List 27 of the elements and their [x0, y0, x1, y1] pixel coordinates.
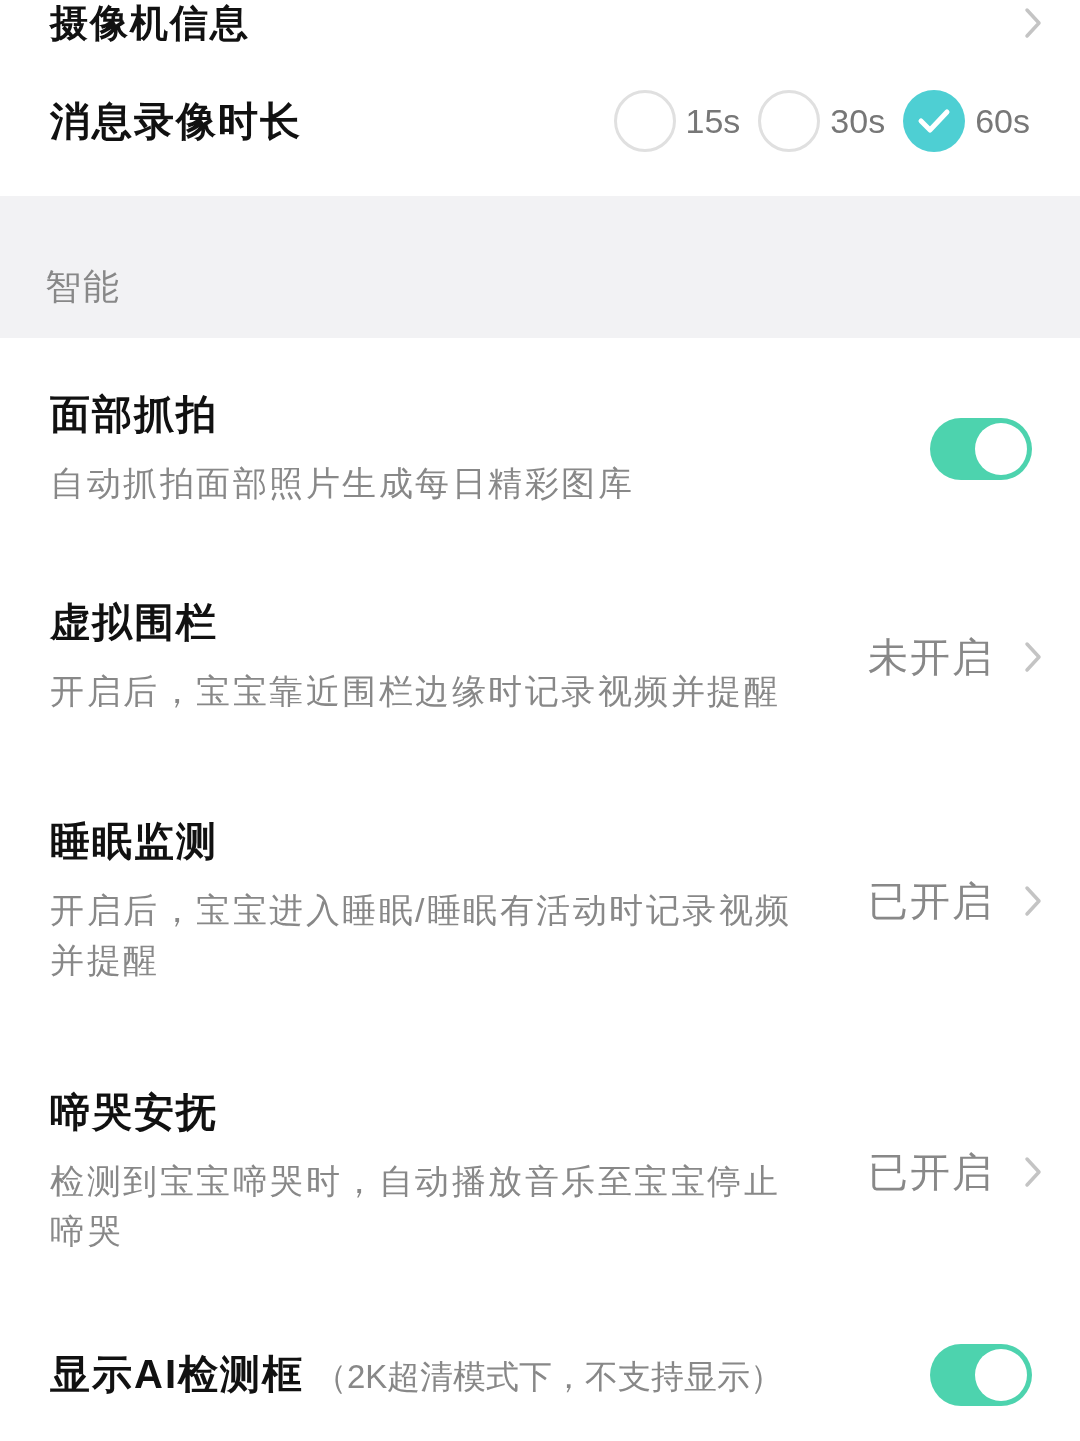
radio-label: 15s	[685, 100, 741, 142]
chevron-icon	[1024, 885, 1042, 917]
chevron-icon	[1024, 7, 1042, 39]
radio-label: 30s	[830, 100, 886, 142]
radio-option[interactable]: 30s	[758, 90, 886, 152]
radio-label: 60s	[975, 100, 1030, 142]
chevron-icon	[1024, 1156, 1042, 1188]
setting-description: 自动抓拍面部照片生成每日精彩图库	[50, 463, 635, 504]
setting-description: 开启后，宝宝靠近围栏边缘时记录视频并提醒	[50, 671, 781, 712]
chevron-icon	[1024, 641, 1042, 673]
check-icon	[917, 108, 952, 134]
radio-option[interactable]: 15s	[613, 90, 741, 152]
setting-title: 面部抓拍	[50, 391, 218, 438]
setting-description: 开启后，宝宝进入睡眠/睡眠有活动时记录视频并提醒	[50, 890, 793, 981]
radio-option[interactable]: 60s	[903, 90, 1030, 152]
status-value[interactable]: 未开启	[868, 627, 994, 687]
setting-description: 检测到宝宝啼哭时，自动播放音乐至宝宝停止啼哭	[50, 1161, 781, 1252]
section-title: 智能	[45, 265, 121, 309]
status-value[interactable]: 已开启	[868, 871, 994, 931]
setting-title: 睡眠监测	[50, 818, 218, 865]
status-value[interactable]: 已开启	[868, 1142, 994, 1202]
setting-title: 摄像机信息	[50, 1, 250, 45]
setting-title: 消息录像时长	[50, 98, 302, 145]
setting-note: （2K超清模式下，不支持显示）	[314, 1356, 784, 1397]
setting-title: 啼哭安抚	[50, 1089, 218, 1136]
setting-title: 显示AI检测框	[50, 1350, 304, 1398]
setting-title: 虚拟围栏	[50, 599, 218, 646]
